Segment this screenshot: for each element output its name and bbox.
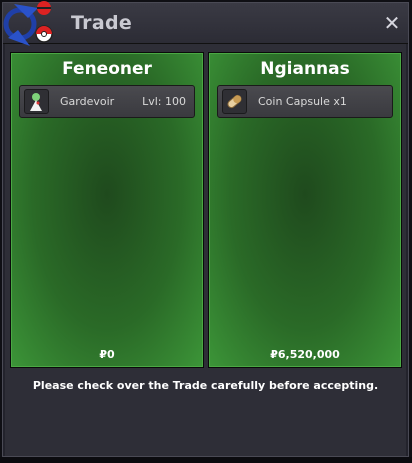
close-icon[interactable]: ✕	[382, 13, 402, 33]
trade-content: Feneoner Gardevoir Lvl: 100 ₽0 Ngiannas	[5, 44, 406, 456]
money-offer: ₽6,520,000	[270, 348, 340, 361]
gardevoir-sprite-icon	[24, 89, 49, 114]
partner-name: Ngiannas	[260, 59, 350, 79]
player-name: Feneoner	[62, 59, 152, 79]
item-quantity: x1	[333, 95, 347, 108]
trade-window: Trade ✕ Feneoner Gardevoir Lvl: 100 ₽0 N…	[2, 2, 409, 457]
coin-capsule-icon	[222, 89, 247, 114]
trade-item-slot[interactable]: Gardevoir Lvl: 100	[19, 85, 195, 118]
money-offer: ₽0	[99, 348, 115, 361]
partner-offer-panel: Ngiannas Coin Capsule x1 ₽6,520,000	[208, 52, 402, 368]
trade-notice: Please check over the Trade carefully be…	[32, 379, 379, 392]
item-name: Coin Capsule x1	[258, 95, 347, 108]
player-offer-panel: Feneoner Gardevoir Lvl: 100 ₽0	[10, 52, 204, 368]
window-title: Trade	[71, 12, 133, 34]
item-level: Lvl: 100	[142, 95, 186, 108]
trade-item-slot[interactable]: Coin Capsule x1	[217, 85, 393, 118]
item-name: Gardevoir	[60, 95, 115, 108]
background-strip	[0, 457, 412, 463]
pokeball-arrows-icon	[0, 0, 66, 50]
item-name-text: Coin Capsule	[258, 95, 330, 108]
